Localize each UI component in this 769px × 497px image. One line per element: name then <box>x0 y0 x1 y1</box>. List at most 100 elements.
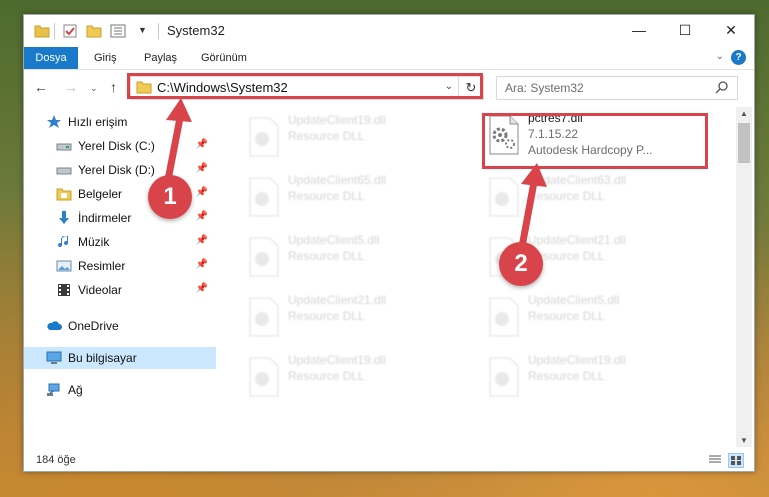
sidebar-item-local-disk-d[interactable]: Yerel Disk (D:) 📌 <box>24 159 216 181</box>
file-tile[interactable]: UpdateClient19.dll Resource DLL <box>242 351 472 403</box>
vertical-scrollbar[interactable]: ▲ ▼ <box>736 107 752 447</box>
sidebar-item-label: Yerel Disk (D:) <box>78 163 155 177</box>
tiles-view-icon[interactable] <box>728 453 744 468</box>
sidebar-item-label: Ağ <box>68 383 83 397</box>
file-highlight-box <box>482 113 708 169</box>
file-name: UpdateClient19.dll <box>288 353 387 367</box>
sidebar-item-pictures[interactable]: Resimler 📌 <box>24 255 216 277</box>
up-arrow-icon[interactable]: ↑ <box>110 79 117 95</box>
details-view-icon[interactable] <box>708 453 722 466</box>
dll-file-icon <box>249 297 279 337</box>
file-name: UpdateClient19.dll <box>528 353 627 367</box>
search-icon[interactable] <box>715 80 729 94</box>
scroll-up-icon[interactable]: ▲ <box>736 109 752 118</box>
file-name: UpdateClient19.dll <box>288 113 387 127</box>
music-icon <box>58 236 69 248</box>
tab-view[interactable]: Görünüm <box>201 47 247 69</box>
file-tile[interactable]: UpdateClient19.dll Resource DLL <box>242 111 472 163</box>
tab-home[interactable]: Giriş <box>94 47 117 69</box>
minimize-button[interactable]: — <box>616 15 662 45</box>
file-tile[interactable]: UpdateClient5.dll Resource DLL <box>242 231 472 283</box>
properties-check-icon[interactable] <box>62 23 78 39</box>
dll-file-icon <box>489 297 519 337</box>
pin-icon[interactable]: 📌 <box>196 187 208 198</box>
drive-icon <box>56 167 72 175</box>
pin-icon[interactable]: 📌 <box>196 259 208 270</box>
star-icon <box>47 115 61 128</box>
search-input[interactable]: Ara: System32 <box>505 81 584 95</box>
expand-ribbon-icon[interactable]: ⌄ <box>716 51 724 62</box>
computer-icon <box>46 351 62 364</box>
file-tile[interactable]: UpdateClient65.dll Resource DLL <box>242 171 472 223</box>
tab-file[interactable]: Dosya <box>24 47 78 69</box>
documents-icon <box>56 188 72 201</box>
file-type: Resource DLL <box>528 309 605 323</box>
file-type: Resource DLL <box>288 249 365 263</box>
dll-file-icon <box>249 177 279 217</box>
sidebar-item-quick-access[interactable]: Hızlı erişim <box>24 111 216 133</box>
sidebar-item-videos[interactable]: Videolar 📌 <box>24 279 216 301</box>
file-tile[interactable]: UpdateClient21.dll Resource DLL <box>242 291 472 343</box>
file-name: UpdateClient63.dll <box>528 173 627 187</box>
scroll-down-icon[interactable]: ▼ <box>736 436 752 445</box>
file-name: UpdateClient5.dll <box>528 293 620 307</box>
pin-icon[interactable]: 📌 <box>196 139 208 150</box>
sidebar-item-label: Belgeler <box>78 187 123 201</box>
forward-arrow-icon[interactable]: → <box>64 79 78 95</box>
help-icon[interactable]: ? <box>731 50 746 65</box>
file-type: Resource DLL <box>288 369 365 383</box>
new-folder-icon[interactable] <box>86 23 102 39</box>
dll-file-icon <box>249 117 279 157</box>
sidebar-item-label: OneDrive <box>68 319 119 333</box>
sidebar-item-local-disk-c[interactable]: Yerel Disk (C:) 📌 <box>24 135 216 157</box>
title-bar: ▼ System32 — ☐ ✕ <box>24 15 754 47</box>
sidebar-item-label: Bu bilgisayar <box>68 351 137 365</box>
sidebar-item-music[interactable]: Müzik 📌 <box>24 231 216 253</box>
file-type: Resource DLL <box>288 309 365 323</box>
navigation-pane: Hızlı erişim Yerel Disk (C:) 📌 Yerel Dis… <box>24 107 216 451</box>
file-type: Resource DLL <box>528 189 605 203</box>
cloud-icon <box>47 321 62 330</box>
videos-icon <box>58 284 70 296</box>
sidebar-item-label: İndirmeler <box>78 211 132 225</box>
folder-icon[interactable] <box>34 23 50 39</box>
close-button[interactable]: ✕ <box>708 15 754 45</box>
sidebar-item-onedrive[interactable]: OneDrive <box>24 315 216 337</box>
maximize-button[interactable]: ☐ <box>662 15 708 45</box>
pin-icon[interactable]: 📌 <box>196 211 208 222</box>
pictures-icon <box>56 260 72 272</box>
customize-toolbar-dropdown-icon[interactable]: ▼ <box>138 25 154 41</box>
back-arrow-icon[interactable]: ← <box>34 79 48 95</box>
step-callout-1: 1 <box>148 175 192 219</box>
pin-icon[interactable]: 📌 <box>196 283 208 294</box>
scroll-thumb[interactable] <box>738 123 750 163</box>
file-name: UpdateClient65.dll <box>288 173 387 187</box>
file-type: Resource DLL <box>528 369 605 383</box>
sidebar-item-label: Yerel Disk (C:) <box>78 139 155 153</box>
file-name: UpdateClient5.dll <box>288 233 380 247</box>
recent-locations-icon[interactable]: ⌄ <box>90 83 98 94</box>
status-bar: 184 öğe <box>24 449 754 471</box>
navigation-bar: ← → ⌄ ↑ C:\Windows\System32 ⌄ ↻ Ara: Sys… <box>24 70 754 104</box>
sidebar-item-this-pc[interactable]: Bu bilgisayar <box>24 347 216 369</box>
layout-icon[interactable] <box>110 23 126 39</box>
sidebar-item-network[interactable]: Ağ <box>24 379 216 401</box>
sidebar-item-label: Videolar <box>78 283 122 297</box>
tab-share[interactable]: Paylaş <box>144 47 177 69</box>
file-type: Resource DLL <box>288 129 365 143</box>
search-box[interactable]: Ara: System32 <box>496 76 738 100</box>
network-icon <box>47 383 60 396</box>
sidebar-item-label: Resimler <box>78 259 126 273</box>
window-title: System32 <box>167 23 225 38</box>
step-callout-2: 2 <box>499 242 543 286</box>
file-tile[interactable]: UpdateClient19.dll Resource DLL <box>482 351 712 403</box>
pin-icon[interactable]: 📌 <box>196 235 208 246</box>
file-tile[interactable]: UpdateClient5.dll Resource DLL <box>482 291 712 343</box>
file-name: UpdateClient21.dll <box>288 293 387 307</box>
download-icon <box>59 211 69 224</box>
dll-file-icon <box>249 237 279 277</box>
dll-file-icon <box>489 177 519 217</box>
file-tile[interactable]: UpdateClient63.dll Resource DLL <box>482 171 712 223</box>
divider <box>158 23 159 39</box>
pin-icon[interactable]: 📌 <box>196 163 208 174</box>
